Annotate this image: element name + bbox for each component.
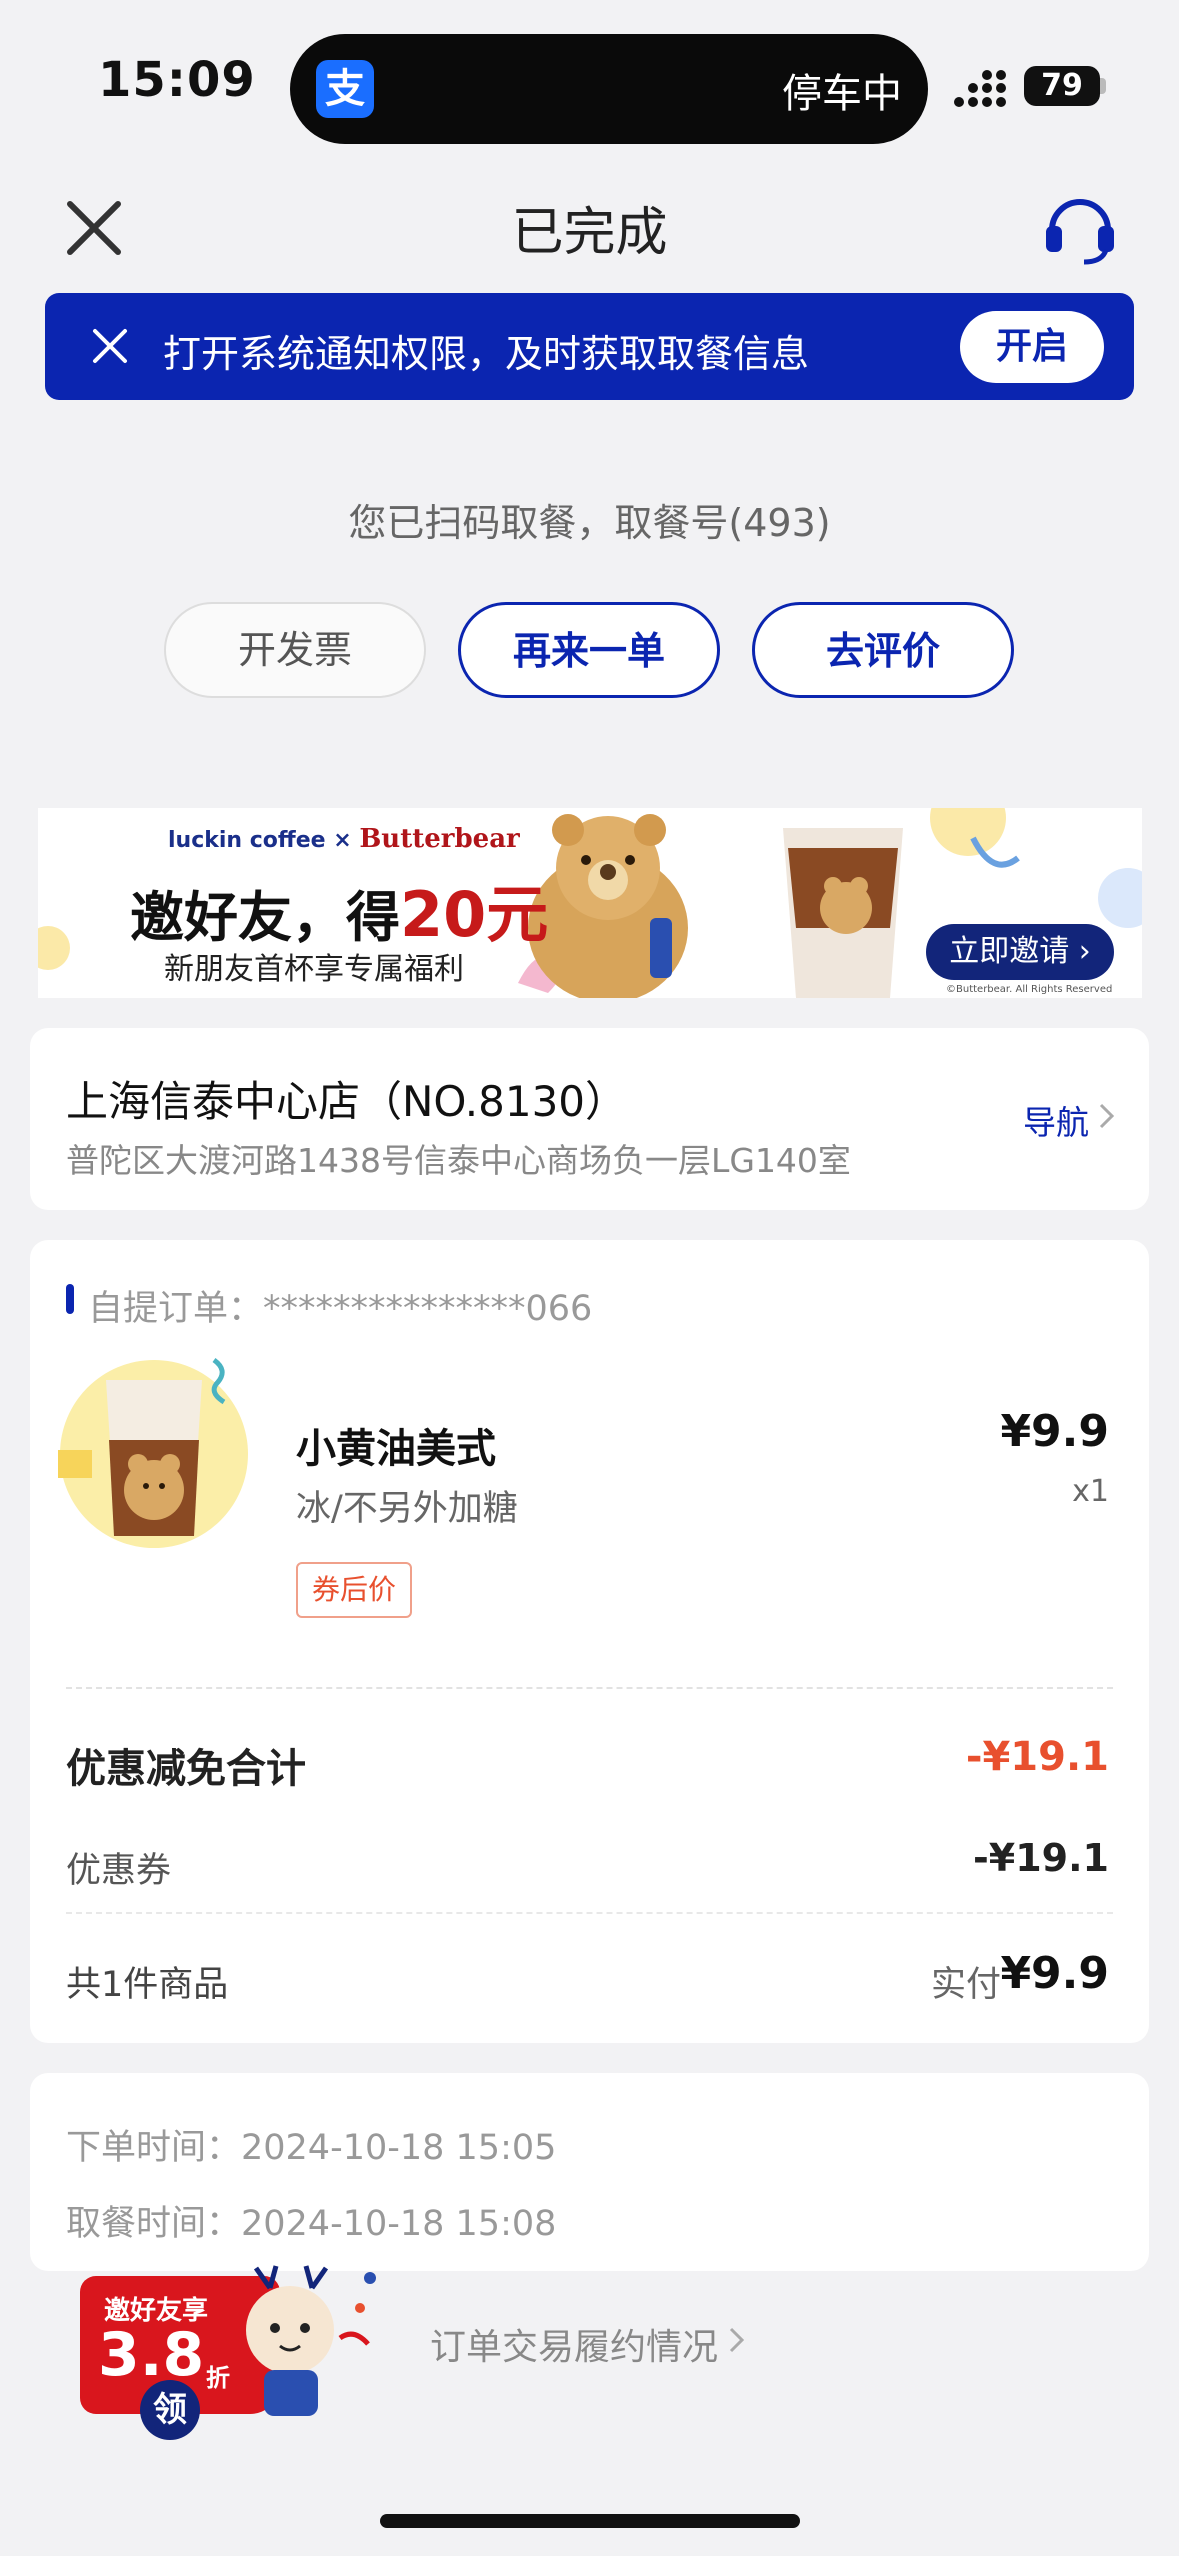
review-button[interactable]: 去评价: [752, 602, 1014, 698]
price-after-coupon-tag: 券后价: [296, 1562, 413, 1618]
order-card: 自提订单：***************066 小黄油美式 冰/不另外加糖 券后…: [30, 1240, 1149, 2043]
cellular-signal-icon: [954, 70, 1006, 107]
order-id: 自提订单：***************066: [88, 1289, 593, 1329]
paid-value: ¥9.9: [1000, 1948, 1109, 1999]
chevron-right-icon: [1099, 1103, 1115, 1129]
promo-brand: luckin coffee × Butterbear: [168, 824, 520, 854]
pickup-time: 取餐时间：2024-10-18 15:08: [66, 2204, 557, 2244]
product-quantity: x1: [1072, 1474, 1109, 1509]
alipay-app-icon: 支: [316, 60, 374, 118]
invoice-button[interactable]: 开发票: [164, 602, 426, 698]
invite-now-button[interactable]: 立即邀请 ›: [926, 924, 1114, 980]
product-price: ¥9.9: [1000, 1406, 1109, 1457]
product-image: [58, 1357, 248, 1548]
invite-badge-discount: 3.8: [98, 2320, 205, 2390]
battery-tip: [1100, 78, 1106, 94]
coupon-label: 优惠券: [66, 1851, 172, 1891]
paid-label: 实付: [930, 1965, 1001, 2005]
discount-total-label: 优惠减免合计: [66, 1746, 306, 1792]
customer-service-headset-icon[interactable]: [1040, 188, 1120, 268]
notification-permission-banner: 打开系统通知权限，及时获取取餐信息 开启: [45, 293, 1134, 400]
order-time-card: 下单时间：2024-10-18 15:05 取餐时间：2024-10-18 15…: [30, 2073, 1149, 2271]
dismiss-banner-icon[interactable]: [87, 323, 133, 369]
claim-button[interactable]: 领: [140, 2380, 200, 2440]
promo-subtitle: 新朋友首杯享专属福利: [164, 952, 464, 987]
promo-copyright: ©Butterbear. All Rights Reserved: [946, 984, 1113, 995]
product-name: 小黄油美式: [296, 1426, 496, 1472]
enable-notifications-button[interactable]: 开启: [960, 311, 1104, 383]
order-id-accent-bar: [66, 1284, 74, 1314]
page-title: 已完成: [511, 203, 668, 263]
coupon-value: -¥19.1: [973, 1836, 1109, 1880]
status-time: 15:09: [98, 52, 256, 108]
store-address: 普陀区大渡河路1438号信泰中心商场负一层LG140室: [66, 1141, 851, 1180]
navigation-link[interactable]: 导航: [1023, 1096, 1089, 1144]
store-card: 上海信泰中心店（NO.8130） 普陀区大渡河路1438号信泰中心商场负一层LG…: [30, 1028, 1149, 1210]
order-time: 下单时间：2024-10-18 15:05: [66, 2128, 557, 2168]
divider: [66, 1912, 1113, 1914]
deer-mascot-icon: [246, 2265, 376, 2416]
store-name: 上海信泰中心店（NO.8130）: [66, 1077, 628, 1126]
pickup-status-text: 您已扫码取餐，取餐号(493): [348, 501, 831, 545]
banner-text: 打开系统通知权限，及时获取取餐信息: [163, 332, 810, 376]
island-status-text: 停车中: [782, 71, 902, 117]
product-options: 冰/不另外加糖: [296, 1489, 518, 1529]
reorder-button[interactable]: 再来一单: [458, 602, 720, 698]
divider: [66, 1687, 1113, 1689]
home-indicator[interactable]: [380, 2514, 800, 2528]
dynamic-island[interactable]: 支 停车中: [290, 34, 928, 144]
chevron-right-icon: [729, 2327, 745, 2353]
promo-headline: 邀好友，得20元: [130, 878, 549, 951]
item-count-label: 共1件商品: [66, 1965, 229, 2005]
battery-icon: 79: [1024, 66, 1100, 106]
discount-total-value: -¥19.1: [965, 1734, 1109, 1780]
fulfillment-status-link[interactable]: 订单交易履约情况: [430, 2318, 718, 2370]
invite-promo-banner[interactable]: luckin coffee × Butterbear 邀好友，得20元 新朋友首…: [38, 808, 1142, 998]
